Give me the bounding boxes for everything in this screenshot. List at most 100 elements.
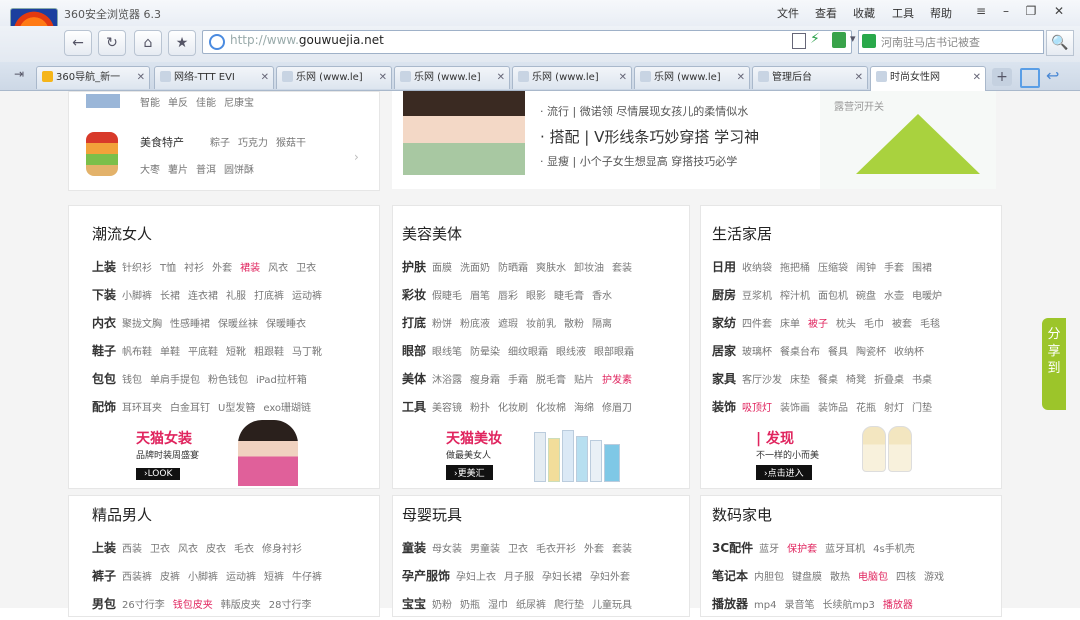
category-link[interactable]: 皮衣 bbox=[206, 544, 226, 555]
category-link[interactable]: 装饰画 bbox=[780, 403, 810, 414]
category-link[interactable]: 巧克力 bbox=[238, 138, 268, 149]
category-link[interactable]: 四核 bbox=[896, 572, 916, 583]
section-title-beauty[interactable]: 美容美体 bbox=[402, 223, 462, 244]
category-link[interactable]: 智能 bbox=[140, 98, 160, 109]
category-heading[interactable]: 彩妆 bbox=[402, 288, 426, 302]
search-engine-icon[interactable] bbox=[862, 34, 876, 48]
menu-tools[interactable]: 工具 bbox=[892, 5, 914, 21]
category-link[interactable]: 卫衣 bbox=[296, 263, 316, 274]
category-link[interactable]: 毛巾 bbox=[864, 319, 884, 330]
category-link[interactable]: 毛衣 bbox=[234, 544, 254, 555]
category-link[interactable]: 钱包皮夹 bbox=[173, 600, 213, 611]
category-heading[interactable]: 宝宝 bbox=[402, 597, 426, 611]
category-link[interactable]: 折叠桌 bbox=[874, 375, 904, 386]
tab-close-icon[interactable]: ✕ bbox=[497, 67, 505, 89]
category-link[interactable]: 奶瓶 bbox=[460, 600, 480, 611]
category-link[interactable]: 豆浆机 bbox=[742, 291, 772, 302]
category-link[interactable]: 4s手机壳 bbox=[873, 544, 915, 555]
category-link[interactable]: 收纳袋 bbox=[742, 263, 772, 274]
promo-button[interactable]: ›更美汇 bbox=[446, 465, 493, 480]
category-link[interactable]: 拖把桶 bbox=[780, 263, 810, 274]
category-link[interactable]: 散热 bbox=[830, 572, 850, 583]
dropdown-chevron-icon[interactable]: ▾ bbox=[850, 32, 856, 45]
category-link[interactable]: 粉底液 bbox=[460, 319, 490, 330]
menu-file[interactable]: 文件 bbox=[777, 5, 799, 21]
category-link[interactable]: 餐桌 bbox=[818, 375, 838, 386]
category-link[interactable]: 马丁靴 bbox=[292, 347, 322, 358]
category-link[interactable]: 套装 bbox=[612, 544, 632, 555]
category-link[interactable]: 化妆棉 bbox=[536, 403, 566, 414]
category-link[interactable]: 手霜 bbox=[508, 375, 528, 386]
tab-lewang-2[interactable]: 乐网 (www.le] ✕ bbox=[394, 66, 510, 89]
category-link[interactable]: 26寸行李 bbox=[122, 600, 165, 611]
category-link[interactable]: 面膜 bbox=[432, 263, 452, 274]
category-link[interactable]: 毛毯 bbox=[920, 319, 940, 330]
category-link[interactable]: 蓝牙耳机 bbox=[825, 544, 865, 555]
category-link[interactable]: 陶瓷杯 bbox=[856, 347, 886, 358]
category-link[interactable]: 床垫 bbox=[790, 375, 810, 386]
category-link[interactable]: 西装裤 bbox=[122, 572, 152, 583]
category-link[interactable]: 围裙 bbox=[912, 263, 932, 274]
category-link[interactable]: 单鞋 bbox=[160, 347, 180, 358]
category-link[interactable]: 西装 bbox=[122, 544, 142, 555]
headline-article-2[interactable]: · 搭配 | V形线条巧妙穿搭 学习神 bbox=[540, 126, 759, 147]
category-link[interactable]: 母女装 bbox=[432, 544, 462, 555]
category-link[interactable]: 闹钟 bbox=[856, 263, 876, 274]
category-link[interactable]: 圆饼酥 bbox=[224, 165, 254, 176]
promo-discover[interactable]: | 发现 不一样的小而美 ›点击进入 bbox=[756, 428, 819, 480]
category-link[interactable]: 礼服 bbox=[226, 291, 246, 302]
category-heading[interactable]: 内衣 bbox=[92, 316, 116, 330]
share-widget[interactable]: 分享到 bbox=[1042, 318, 1066, 410]
headline-article-3[interactable]: · 显瘦 | 小个子女生想显高 穿搭技巧必学 bbox=[540, 153, 737, 169]
promo-button[interactable]: ›LOOK bbox=[136, 468, 181, 480]
category-link[interactable]: 美容镜 bbox=[432, 403, 462, 414]
category-link[interactable]: 睫毛膏 bbox=[554, 291, 584, 302]
category-link[interactable]: 眉笔 bbox=[470, 291, 490, 302]
category-link[interactable]: T恤 bbox=[160, 263, 176, 274]
category-link[interactable]: 薯片 bbox=[168, 165, 188, 176]
category-link[interactable]: 保暖丝袜 bbox=[218, 319, 258, 330]
category-link[interactable]: 小脚裤 bbox=[188, 572, 218, 583]
shield-icon[interactable] bbox=[832, 32, 846, 48]
close-icon[interactable]: ✕ bbox=[1048, 2, 1070, 20]
category-link[interactable]: 月子服 bbox=[504, 572, 534, 583]
tab-lewang-3[interactable]: 乐网 (www.le] ✕ bbox=[512, 66, 632, 89]
category-heading[interactable]: 日用 bbox=[712, 260, 736, 274]
category-heading[interactable]: 童装 bbox=[402, 541, 426, 555]
reload-icon[interactable]: ↻ bbox=[98, 30, 126, 56]
category-heading[interactable]: 美体 bbox=[402, 372, 426, 386]
category-heading[interactable]: 工具 bbox=[402, 400, 426, 414]
restore-icon[interactable]: ❐ bbox=[1020, 2, 1042, 20]
category-heading[interactable]: 装饰 bbox=[712, 400, 736, 414]
category-link[interactable]: 四件套 bbox=[742, 319, 772, 330]
category-link[interactable]: 爽肤水 bbox=[536, 263, 566, 274]
category-link[interactable]: 卸妆油 bbox=[574, 263, 604, 274]
category-link[interactable]: 吸顶灯 bbox=[742, 403, 772, 414]
category-link[interactable]: 护发素 bbox=[602, 375, 632, 386]
category-link[interactable]: 连衣裙 bbox=[188, 291, 218, 302]
category-link[interactable]: 眼部眼霜 bbox=[594, 347, 634, 358]
category-link[interactable]: 平底鞋 bbox=[188, 347, 218, 358]
sidebar-toggle-icon[interactable]: ⇥ bbox=[8, 67, 30, 85]
category-link[interactable]: 运动裤 bbox=[226, 572, 256, 583]
category-link[interactable]: 帆布鞋 bbox=[122, 347, 152, 358]
menu-help[interactable]: 帮助 bbox=[930, 5, 952, 21]
category-link[interactable]: 门垫 bbox=[912, 403, 932, 414]
tab-fashion-women-active[interactable]: 时尚女性网 ✕ bbox=[870, 66, 986, 91]
category-heading[interactable]: 鞋子 bbox=[92, 344, 116, 358]
promo-tmall-beauty[interactable]: 天猫美妆 做最美女人 ›更美汇 bbox=[446, 428, 502, 480]
category-link[interactable]: 水壶 bbox=[884, 291, 904, 302]
tab-close-icon[interactable]: ✕ bbox=[973, 67, 981, 89]
category-link[interactable]: 贴片 bbox=[574, 375, 594, 386]
category-heading[interactable]: 下装 bbox=[92, 288, 116, 302]
category-link[interactable]: 电暖炉 bbox=[912, 291, 942, 302]
category-link[interactable]: 沐浴露 bbox=[432, 375, 462, 386]
category-link[interactable]: 客厅沙发 bbox=[742, 375, 782, 386]
category-link[interactable]: 牛仔裤 bbox=[292, 572, 322, 583]
category-link[interactable]: 性感睡裙 bbox=[170, 319, 210, 330]
category-link[interactable]: 长裙 bbox=[160, 291, 180, 302]
category-link[interactable]: 短裤 bbox=[264, 572, 284, 583]
category-link[interactable]: mp4 bbox=[754, 600, 776, 611]
category-heading[interactable]: 裤子 bbox=[92, 569, 116, 583]
promo-tmall-women[interactable]: 天猫女装 品牌时装周盛宴 ›LOOK bbox=[136, 428, 199, 480]
